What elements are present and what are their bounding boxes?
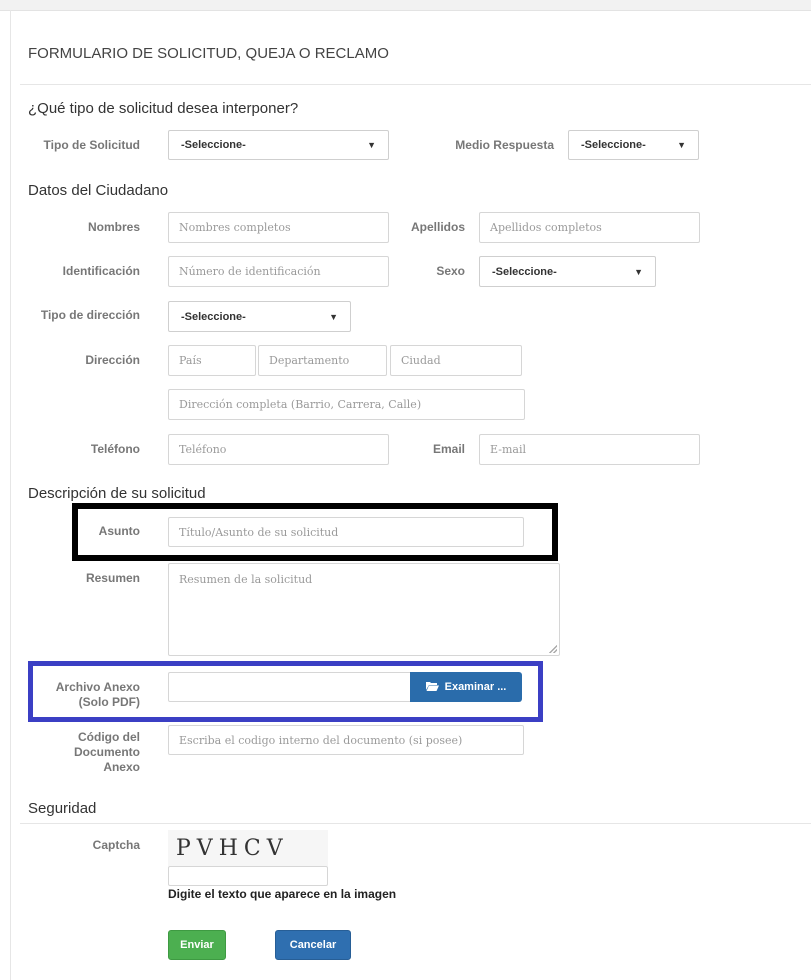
examinar-button[interactable]: Examinar ...: [410, 672, 522, 702]
apellidos-label: Apellidos: [410, 220, 465, 234]
enviar-button[interactable]: Enviar: [168, 930, 226, 960]
caret-down-icon: ▼: [329, 311, 338, 322]
codigo-label-line3: Anexo: [103, 760, 140, 774]
codigo-input[interactable]: Escriba el codigo interno del documento …: [168, 725, 524, 755]
caret-down-icon: ▼: [367, 140, 376, 150]
pais-input[interactable]: País: [168, 345, 256, 376]
resize-grip-icon[interactable]: [549, 645, 557, 653]
archivo-file-input[interactable]: [168, 672, 412, 702]
tipo-direccion-label: Tipo de dirección: [40, 308, 140, 322]
title-divider: [20, 84, 811, 85]
asunto-input[interactable]: Título/Asunto de su solicitud: [168, 517, 524, 547]
cancelar-button[interactable]: Cancelar: [275, 930, 351, 960]
tipo-solicitud-label: Tipo de Solicitud: [43, 138, 140, 152]
archivo-label: Archivo Anexo (Solo PDF): [20, 680, 140, 710]
apellidos-input[interactable]: Apellidos completos: [479, 212, 700, 243]
description-section-title: Descripción de su solicitud: [28, 485, 206, 502]
direccion-completa-input[interactable]: Dirección completa (Barrio, Carrera, Cal…: [168, 389, 525, 420]
email-input[interactable]: E-mail: [479, 434, 700, 465]
medio-respuesta-select[interactable]: -Seleccione- ▼: [568, 130, 699, 160]
medio-respuesta-label: Medio Respuesta: [455, 138, 554, 152]
tipo-direccion-select[interactable]: -Seleccione- ▼: [168, 301, 351, 332]
resumen-label: Resumen: [85, 571, 140, 585]
archivo-label-line2: (Solo PDF): [78, 695, 140, 709]
nombres-input[interactable]: Nombres completos: [168, 212, 389, 243]
resumen-textarea[interactable]: Resumen de la solicitud: [168, 563, 560, 656]
captcha-label: Captcha: [92, 838, 140, 852]
request-type-question: ¿Qué tipo de solicitud desea interponer?: [28, 100, 299, 117]
identificacion-label: Identificación: [62, 264, 140, 278]
tipo-solicitud-select[interactable]: -Seleccione- ▼: [168, 130, 389, 160]
telefono-input[interactable]: Teléfono: [168, 434, 389, 465]
security-divider: [20, 823, 811, 824]
medio-respuesta-value: -Seleccione-: [581, 139, 646, 151]
resumen-placeholder: Resumen de la solicitud: [179, 573, 313, 586]
captcha-hint: Digite el texto que aparece en la imagen: [168, 887, 397, 901]
caret-down-icon: ▼: [677, 140, 686, 150]
codigo-label: Código del Documento Anexo: [20, 730, 140, 775]
email-label: Email: [432, 442, 465, 456]
codigo-label-line2: Documento: [74, 745, 140, 759]
asunto-label: Asunto: [98, 524, 140, 538]
examinar-button-label: Examinar ...: [444, 681, 507, 693]
citizen-section-title: Datos del Ciudadano: [28, 182, 169, 199]
telefono-label: Teléfono: [90, 442, 140, 456]
sexo-label: Sexo: [436, 264, 465, 278]
identificacion-input[interactable]: Número de identificación: [168, 256, 389, 287]
tipo-direccion-value: -Seleccione-: [181, 310, 246, 323]
sexo-select[interactable]: -Seleccione- ▼: [479, 256, 656, 287]
sexo-value: -Seleccione-: [492, 265, 557, 278]
folder-open-icon: [425, 681, 439, 694]
direccion-label: Dirección: [85, 353, 140, 367]
tipo-solicitud-value: -Seleccione-: [181, 139, 246, 151]
archivo-label-line1: Archivo Anexo: [55, 680, 140, 694]
captcha-image: PVHCV: [168, 830, 328, 866]
ciudad-input[interactable]: Ciudad: [390, 345, 522, 376]
captcha-text: PVHCV: [176, 835, 289, 861]
codigo-label-line1: Código del: [78, 730, 140, 744]
caret-down-icon: ▼: [634, 266, 643, 277]
captcha-input[interactable]: [168, 866, 328, 886]
departamento-input[interactable]: Departamento: [258, 345, 387, 376]
security-section-title: Seguridad: [28, 800, 97, 817]
nombres-label: Nombres: [87, 220, 140, 234]
form-title: FORMULARIO DE SOLICITUD, QUEJA O RECLAMO: [28, 45, 389, 62]
